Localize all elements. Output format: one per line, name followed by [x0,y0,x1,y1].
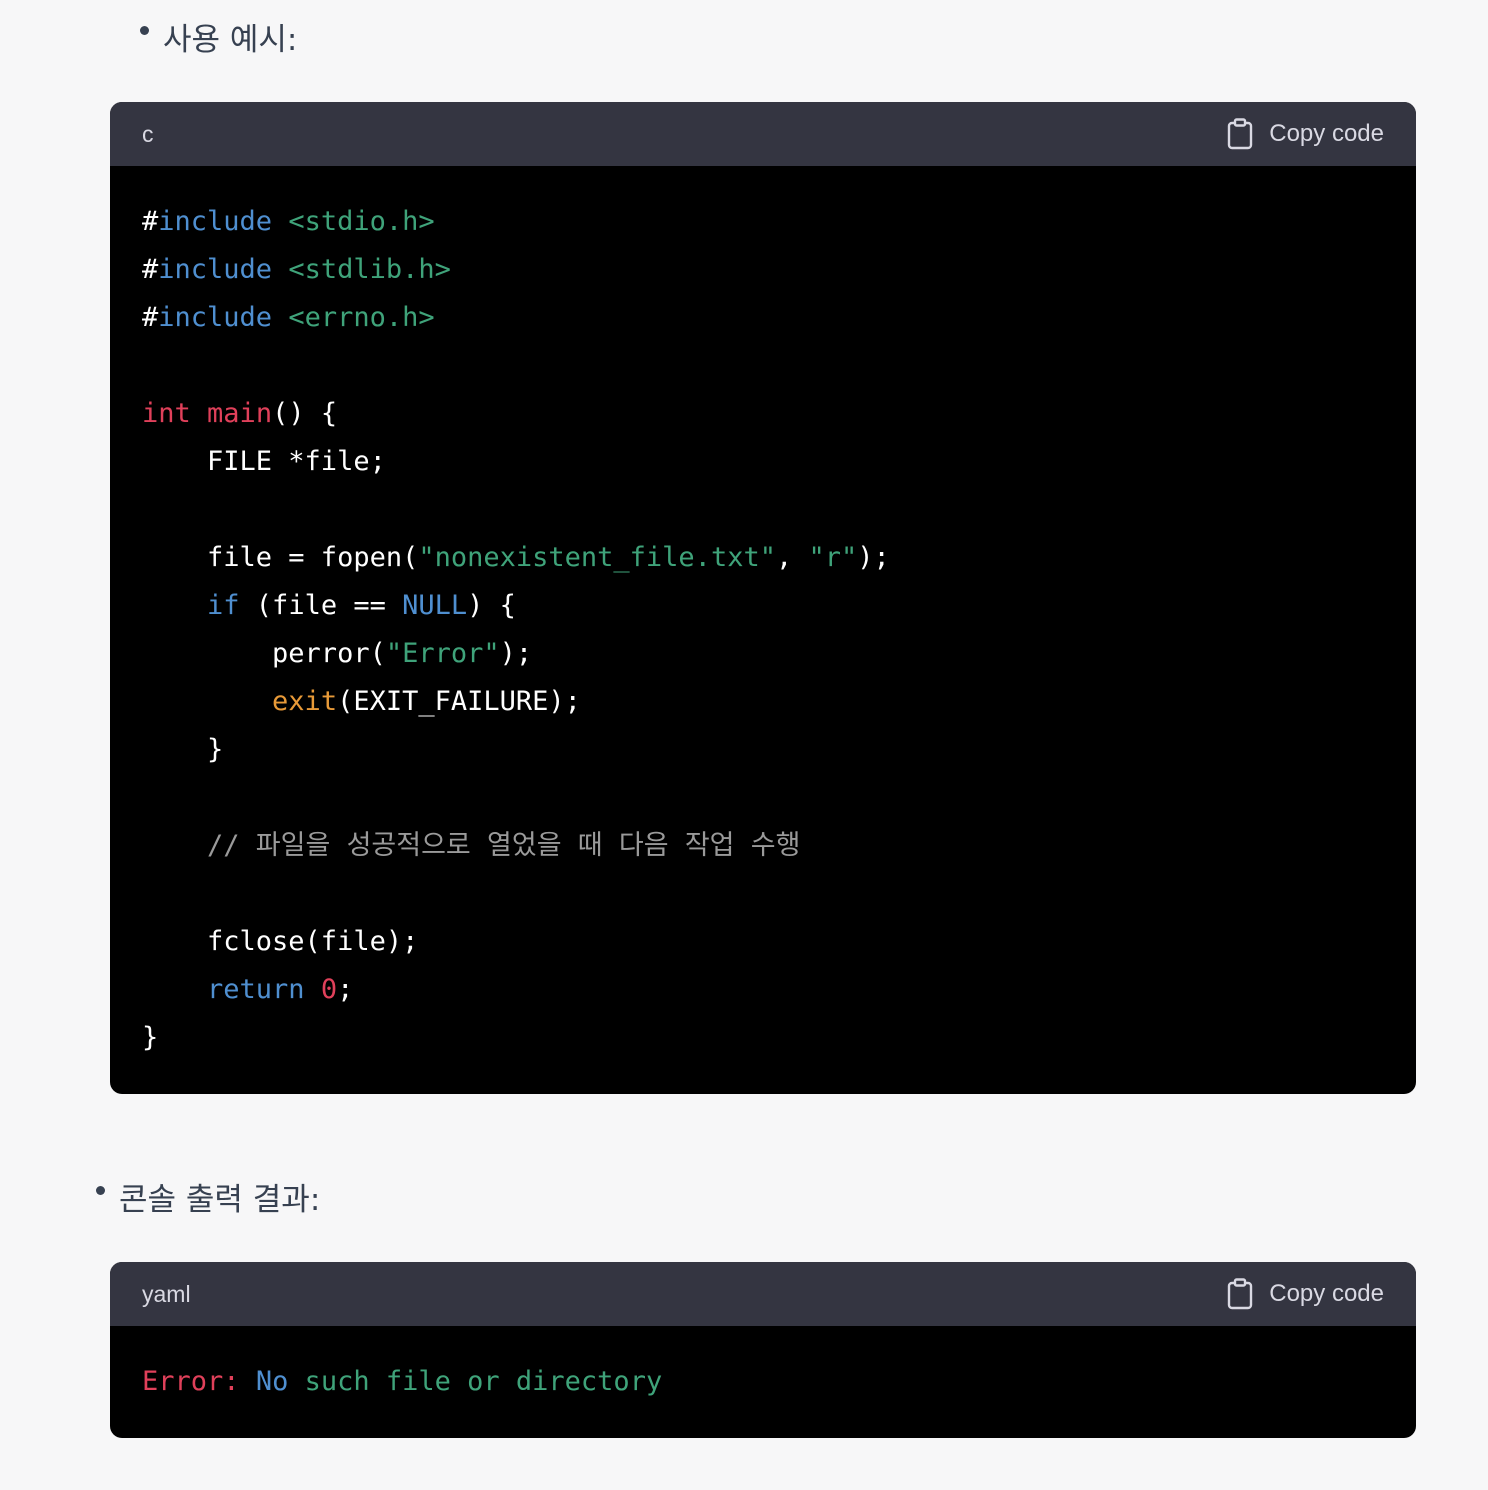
code-block-yaml: yaml Copy code Error: No such file or di… [110,1262,1416,1438]
code-line: #include <errno.h> [142,294,1384,342]
code-token: "nonexistent_file.txt" [418,542,776,573]
code-line: // 파일을 성공적으로 열었을 때 다음 작업 수행 [142,822,1384,870]
code-token: (file == [239,590,403,621]
code-language-label: yaml [142,1280,191,1307]
copy-code-button[interactable]: Copy code [1227,118,1384,150]
code-line: fclose(file); [142,918,1384,966]
code-token: , [775,542,809,573]
copy-code-label: Copy code [1269,1280,1384,1307]
code-token: () { [272,398,338,429]
code-token: // 파일을 성공적으로 열었을 때 다음 작업 수행 [142,830,801,861]
code-token: include [158,206,273,237]
bullet-usage-example-text: 사용 예시: [163,22,298,58]
code-token: # [142,302,159,333]
code-line: int main() { [142,390,1384,438]
code-token: 0 [320,974,338,1005]
code-line: FILE *file; [142,438,1384,486]
code-token: } [142,734,224,765]
code-token: <stdlib.h> [288,254,451,285]
code-token: ); [499,638,533,669]
code-line: #include <stdio.h> [142,198,1384,246]
copy-code-label: Copy code [1269,120,1384,147]
code-token: # [142,206,159,237]
code-line: } [142,726,1384,774]
clipboard-icon [1227,1278,1253,1310]
code-token: No [255,1366,289,1397]
code-token: (EXIT_FAILURE); [337,686,581,717]
code-body: #include <stdio.h> #include <stdlib.h> #in… [110,166,1416,1086]
code-token: fclose(file); [142,926,419,957]
bullet-console-output: 콘솔 출력 결과: [96,1174,320,1219]
code-token: main [207,398,273,429]
code-line: perror("Error"); [142,630,1384,678]
code-token: such file or directory [288,1366,663,1397]
bullet-usage-example: 사용 예시: [140,14,297,59]
code-token: file = fopen( [142,542,419,573]
code-token: Error: [142,1366,240,1397]
code-line: exit(EXIT_FAILURE); [142,678,1384,726]
code-token: <errno.h> [288,302,435,333]
code-token: <stdio.h> [288,206,435,237]
code-token: FILE *file; [142,446,386,477]
code-line: #include <stdlib.h> [142,246,1384,294]
code-token: ); [857,542,890,573]
code-token: include [158,302,273,333]
bullet-console-output-text: 콘솔 출력 결과: [119,1182,321,1218]
code-token: # [142,254,159,285]
code-token: "r" [808,542,858,573]
code-token: ; [337,974,354,1005]
code-token: if [207,590,240,621]
code-line: file = fopen("nonexistent_file.txt", "r"… [142,534,1384,582]
code-token: } [142,1022,159,1053]
code-token: exit [272,686,338,717]
bullet-dot [140,26,149,35]
code-token: perror( [142,638,386,669]
code-token: "Error" [385,638,500,669]
code-body: Error: No such file or directory [110,1326,1416,1430]
code-line: } [142,1014,1384,1062]
code-block-header: yaml Copy code [110,1262,1416,1326]
copy-code-button[interactable]: Copy code [1227,1278,1384,1310]
code-line: Error: No such file or directory [142,1358,1384,1406]
code-token: ) { [467,590,516,621]
code-line: return 0; [142,966,1384,1014]
code-token: int [142,398,191,429]
bullet-dot [96,1186,105,1195]
code-token: NULL [402,590,468,621]
code-block-c: c Copy code #include <stdio.h> #include <… [110,102,1416,1094]
clipboard-icon [1227,118,1253,150]
code-token: include [158,254,273,285]
code-line: if (file == NULL) { [142,582,1384,630]
code-token: return [207,974,305,1005]
code-language-label: c [142,120,154,147]
code-block-header: c Copy code [110,102,1416,166]
